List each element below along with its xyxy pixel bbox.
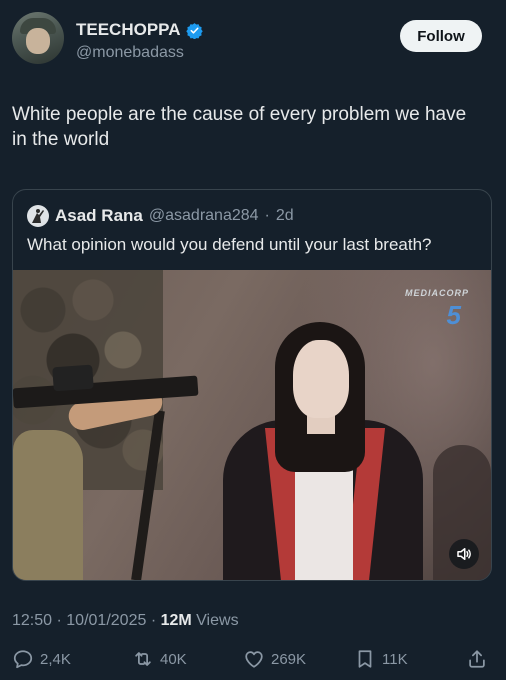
performer-face	[293, 340, 349, 418]
soldier-silhouette-icon	[32, 209, 44, 223]
bookmark-icon	[358, 650, 372, 668]
speaker-icon	[457, 548, 471, 560]
repost-count: 40K	[160, 650, 187, 668]
repost-icon	[135, 652, 151, 666]
reply-button[interactable]: 2,4K	[12, 648, 71, 670]
mute-button[interactable]	[449, 539, 479, 569]
verified-badge-icon	[185, 22, 203, 39]
soldier-figure	[13, 430, 83, 580]
views-label: Views	[196, 612, 239, 629]
like-button[interactable]: 269K	[243, 648, 306, 670]
author-avatar[interactable]	[12, 12, 64, 64]
reply-icon	[13, 650, 33, 669]
quoted-author-handle[interactable]: @asadrana284	[149, 207, 259, 225]
tweet-header: TEECHOPPA @monebadass Follow	[12, 12, 494, 76]
heart-icon	[245, 651, 263, 668]
author-handle[interactable]: @monebadass	[76, 44, 184, 62]
action-bar: 2,4K 40K 269K 11K	[0, 648, 506, 680]
quoted-video[interactable]: MEDIACORP 5	[13, 270, 491, 580]
reply-count: 2,4K	[40, 650, 71, 668]
tweet-meta: 12:50 · 10/01/2025 · 12M Views	[12, 612, 239, 630]
quoted-author-avatar[interactable]	[27, 205, 49, 227]
views-count[interactable]: 12M	[161, 612, 192, 629]
share-button[interactable]	[466, 648, 488, 670]
bookmark-button[interactable]: 11K	[354, 648, 408, 670]
quoted-tweet-text: What opinion would you defend until your…	[27, 235, 432, 254]
quoted-timestamp[interactable]: 2d	[276, 207, 294, 225]
author-display-name[interactable]: TEECHOPPA	[76, 20, 181, 40]
channel-watermark-number: 5	[446, 300, 461, 330]
share-icon	[469, 650, 485, 668]
meta-separator: ·	[56, 612, 62, 629]
channel-watermark-text: MEDIACORP	[404, 288, 469, 298]
tweet-date[interactable]: 10/01/2025	[66, 612, 146, 629]
like-count: 269K	[271, 650, 307, 668]
repost-button[interactable]: 40K	[132, 648, 187, 670]
follow-button[interactable]: Follow	[400, 20, 482, 52]
quoted-tweet[interactable]: Asad Rana @asadrana284 · 2d What opinion…	[12, 189, 492, 581]
rifle-scope	[52, 364, 94, 392]
quoted-separator: ·	[264, 207, 270, 224]
quoted-tweet-header: Asad Rana @asadrana284 · 2d	[27, 205, 294, 227]
bookmark-count: 11K	[382, 650, 408, 668]
tweet-text: White people are the cause of every prob…	[12, 104, 467, 150]
avatar-face	[26, 28, 50, 54]
meta-separator: ·	[150, 612, 157, 629]
author-name-row: TEECHOPPA	[76, 20, 203, 40]
quoted-author-name[interactable]: Asad Rana	[55, 206, 143, 226]
tweet-time[interactable]: 12:50	[12, 612, 52, 629]
